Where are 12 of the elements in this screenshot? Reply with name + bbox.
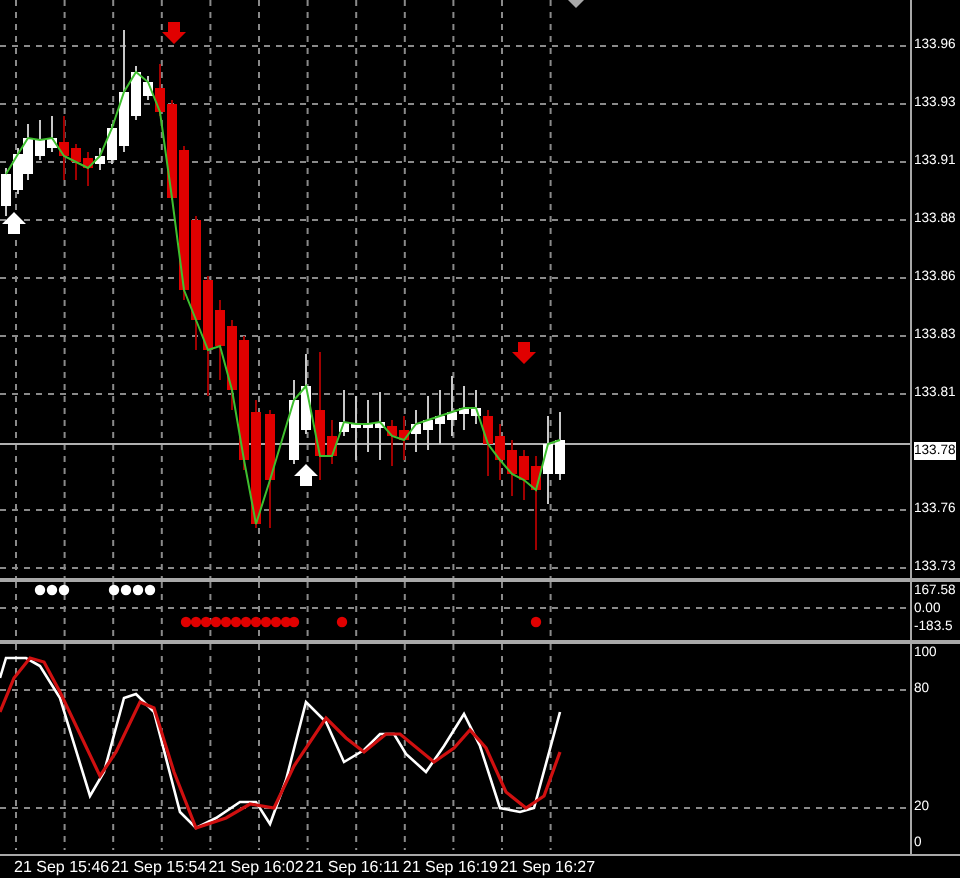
- up-arrow-icon: [294, 464, 318, 486]
- up-arrow-icon: [2, 212, 26, 234]
- candlestick: [265, 409, 275, 529]
- time-label: 21 Sep 15:46: [14, 856, 112, 878]
- time-label: 21 Sep 16:19: [402, 856, 500, 878]
- time-label: 21 Sep 15:54: [111, 856, 209, 878]
- time-label: 21 Sep 16:27: [499, 856, 598, 878]
- time-label: 21 Sep 16:02: [208, 856, 306, 878]
- down-arrow-icon: [162, 22, 186, 44]
- shift-marker-icon: [568, 0, 584, 8]
- time-label: 21 Sep 16:11: [305, 856, 402, 878]
- down-arrow-icon: [512, 342, 536, 364]
